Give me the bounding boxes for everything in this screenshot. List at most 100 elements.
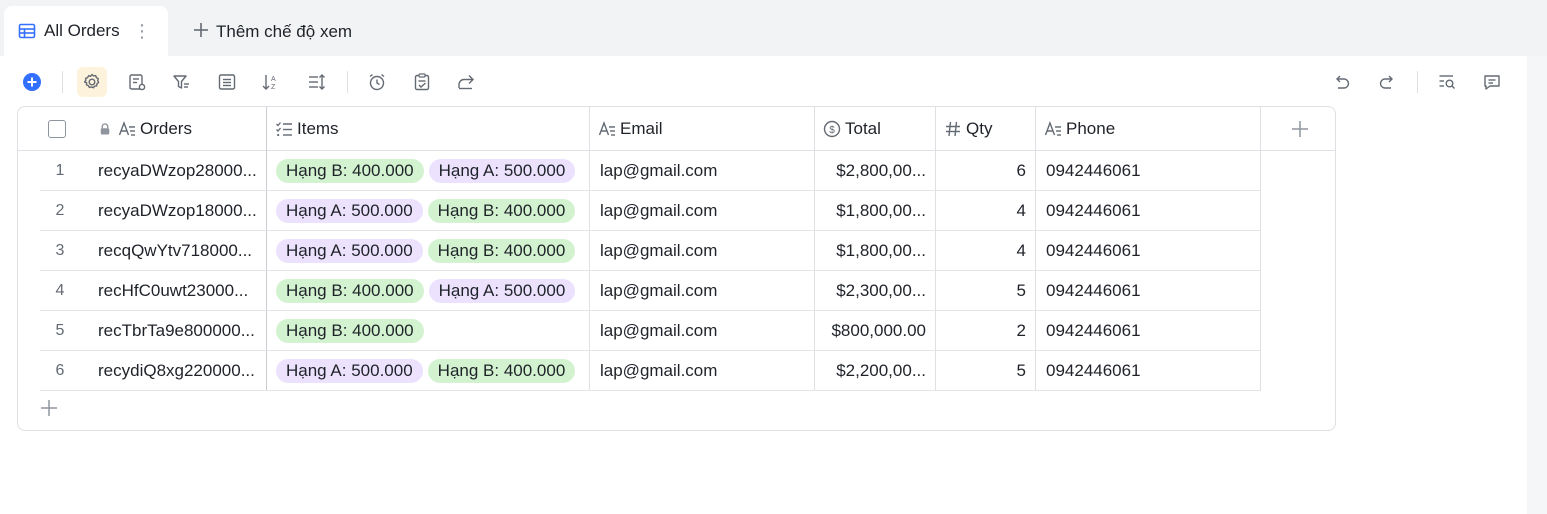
cell-phone[interactable]: 0942446061 xyxy=(1046,351,1258,391)
add-view-button[interactable]: Thêm chế độ xem xyxy=(192,19,352,45)
cell-items[interactable]: Hạng A: 500.000 Hạng B: 400.000 xyxy=(276,191,588,231)
grid-header: Orders Items Email $ Total Qty Phone xyxy=(18,107,1335,151)
lock-icon xyxy=(100,123,110,135)
table-row[interactable]: 3 recqQwYtv718000... Hạng A: 500.000 Hạng B… xyxy=(18,231,1261,271)
search-icon xyxy=(1439,75,1455,89)
row-index: 6 xyxy=(55,362,65,379)
table-row[interactable]: 2 recyaDWzop18000... Hạng A: 500.000 Hạng B… xyxy=(18,191,1261,231)
column-header-phone[interactable]: Phone xyxy=(1036,107,1260,151)
svg-text:Z: Z xyxy=(271,84,276,91)
table-row[interactable]: 6 recydiQ8xg220000... Hạng A: 500.000 Hạng … xyxy=(18,351,1261,391)
comment-button[interactable] xyxy=(1477,67,1507,97)
column-header-email[interactable]: Email xyxy=(590,107,814,151)
row-index: 5 xyxy=(55,322,65,339)
cell-total[interactable]: $1,800,00... xyxy=(815,231,935,271)
add-column-button[interactable] xyxy=(1288,117,1312,141)
comment-icon xyxy=(1484,75,1500,90)
item-tag: Hạng A: 500.000 xyxy=(428,159,576,183)
undo-button[interactable] xyxy=(1327,67,1357,97)
cell-total[interactable]: $2,200,00... xyxy=(815,351,935,391)
column-header-label: Total xyxy=(845,119,881,138)
filter-button[interactable] xyxy=(166,67,196,97)
cell-email[interactable]: lap@gmail.com xyxy=(600,271,812,311)
toolbar: AZ xyxy=(0,56,1527,106)
column-header-label: Items xyxy=(297,119,339,138)
select-all-checkbox[interactable] xyxy=(40,107,80,151)
cell-total[interactable]: $1,800,00... xyxy=(815,191,935,231)
column-header-total[interactable]: $ Total xyxy=(815,107,935,151)
search-button[interactable] xyxy=(1432,67,1462,97)
cell-total[interactable]: $2,300,00... xyxy=(815,271,935,311)
cell-order[interactable]: recqQwYtv718000... xyxy=(98,231,264,271)
number-icon xyxy=(946,121,960,137)
item-tag: Hạng A: 500.000 xyxy=(276,199,423,223)
form-button[interactable] xyxy=(407,67,437,97)
cell-qty[interactable]: 6 xyxy=(936,151,1035,191)
cell-qty[interactable]: 5 xyxy=(936,271,1035,311)
toolbar-divider xyxy=(347,71,348,93)
column-header-label: Qty xyxy=(966,119,993,138)
item-tag: Hạng B: 400.000 xyxy=(276,159,424,183)
cell-phone[interactable]: 0942446061 xyxy=(1046,271,1258,311)
cell-order[interactable]: recHfC0uwt23000... xyxy=(98,271,264,311)
cell-order[interactable]: recyaDWzop18000... xyxy=(98,191,264,231)
column-header-label: Phone xyxy=(1066,119,1116,138)
redo-icon xyxy=(1379,75,1393,89)
item-tag: Hạng B: 400.000 xyxy=(276,279,424,303)
field-config-button[interactable] xyxy=(122,67,152,97)
cell-items[interactable]: Hạng B: 400.000 Hạng A: 500.000 xyxy=(276,271,588,311)
column-header-orders[interactable]: Orders xyxy=(90,107,266,151)
settings-button[interactable] xyxy=(77,67,107,97)
item-tag: Hạng A: 500.000 xyxy=(276,239,423,263)
cell-items[interactable]: Hạng B: 400.000 Hạng A: 500.000 xyxy=(276,151,588,191)
cell-qty[interactable]: 5 xyxy=(936,351,1035,391)
cell-order[interactable]: recyaDWzop28000... xyxy=(98,151,264,191)
cell-phone[interactable]: 0942446061 xyxy=(1046,311,1258,351)
cell-items[interactable]: Hạng A: 500.000 Hạng B: 400.000 xyxy=(276,231,588,271)
row-index: 2 xyxy=(55,202,65,219)
cell-total[interactable]: $800,000.00 xyxy=(815,311,935,351)
cell-email[interactable]: lap@gmail.com xyxy=(600,311,812,351)
cell-total[interactable]: $2,800,00... xyxy=(815,151,935,191)
cell-qty[interactable]: 4 xyxy=(936,231,1035,271)
automation-button[interactable] xyxy=(362,67,392,97)
cell-email[interactable]: lap@gmail.com xyxy=(600,191,812,231)
redo-button[interactable] xyxy=(1372,67,1402,97)
cell-items[interactable]: Hạng A: 500.000 Hạng B: 400.000 xyxy=(276,351,588,391)
plus-icon xyxy=(1292,121,1308,137)
cell-email[interactable]: lap@gmail.com xyxy=(600,351,812,391)
group-button[interactable] xyxy=(212,67,242,97)
undo-icon xyxy=(1336,75,1350,89)
group-icon xyxy=(218,74,236,90)
cell-phone[interactable]: 0942446061 xyxy=(1046,151,1258,191)
row-height-button[interactable] xyxy=(302,67,332,97)
add-record-button[interactable] xyxy=(17,67,47,97)
checkbox-icon xyxy=(48,120,66,138)
cell-order[interactable]: recydiQ8xg220000... xyxy=(98,351,264,391)
tab-more-icon[interactable]: ⋮ xyxy=(133,21,151,42)
column-header-qty[interactable]: Qty xyxy=(936,107,1035,151)
cell-qty[interactable]: 2 xyxy=(936,311,1035,351)
data-grid: Orders Items Email $ Total Qty Phone 1 r… xyxy=(17,106,1336,431)
table-row[interactable]: 4 recHfC0uwt23000... Hạng B: 400.000 Hạng A… xyxy=(18,271,1261,311)
column-header-label: Orders xyxy=(140,119,192,138)
svg-text:$: $ xyxy=(829,125,835,136)
item-tag: Hạng B: 400.000 xyxy=(427,199,576,223)
cell-phone[interactable]: 0942446061 xyxy=(1046,231,1258,271)
cell-email[interactable]: lap@gmail.com xyxy=(600,231,812,271)
multi-select-icon xyxy=(276,122,292,137)
share-button[interactable] xyxy=(451,67,481,97)
cell-phone[interactable]: 0942446061 xyxy=(1046,191,1258,231)
add-row-button[interactable] xyxy=(38,397,60,419)
cell-order[interactable]: recTbrTa9e800000... xyxy=(98,311,264,351)
plus-icon xyxy=(41,400,57,416)
table-row[interactable]: 1 recyaDWzop28000... Hạng B: 400.000 Hạng A… xyxy=(18,151,1261,191)
currency-icon: $ xyxy=(823,120,841,138)
cell-items[interactable]: Hạng B: 400.000 xyxy=(276,311,588,351)
tab-all-orders[interactable]: All Orders ⋮ xyxy=(4,6,168,56)
column-header-items[interactable]: Items xyxy=(267,107,589,151)
cell-email[interactable]: lap@gmail.com xyxy=(600,151,812,191)
cell-qty[interactable]: 4 xyxy=(936,191,1035,231)
table-row[interactable]: 5 recTbrTa9e800000... Hạng B: 400.000 lap@g… xyxy=(18,311,1261,351)
sort-button[interactable]: AZ xyxy=(256,67,286,97)
